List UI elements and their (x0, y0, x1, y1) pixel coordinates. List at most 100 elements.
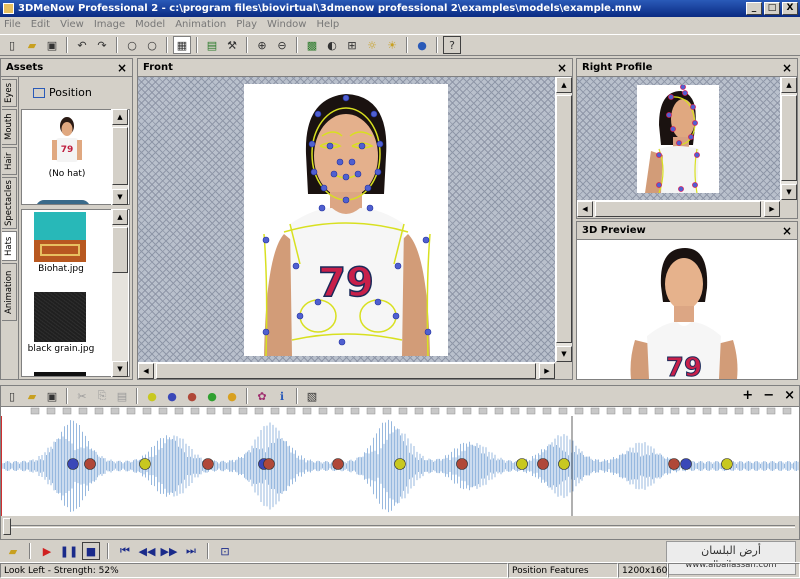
front-vscrollbar[interactable]: ▲ ▼ (555, 77, 572, 362)
keyframe-marker[interactable] (394, 458, 406, 470)
keyframe-marker[interactable] (67, 458, 79, 470)
scroll-up-arrow[interactable]: ▲ (556, 77, 572, 93)
keyframe-marker[interactable] (537, 458, 549, 470)
scroll-thumb[interactable] (156, 363, 536, 379)
scroll-down-arrow[interactable]: ▼ (781, 184, 797, 200)
rotate-left-icon[interactable]: ○ (123, 36, 141, 54)
blue-marker-icon[interactable]: ● (163, 387, 181, 405)
tools-icon[interactable]: ⚒ (223, 36, 241, 54)
keyframe-marker[interactable] (558, 458, 570, 470)
tab-hair[interactable]: Hair (2, 147, 17, 175)
adjust-icon[interactable]: ⊞ (343, 36, 361, 54)
palette-icon[interactable]: ✿ (253, 387, 271, 405)
waveform-track[interactable] (0, 416, 799, 516)
tab-animation[interactable]: Animation (2, 263, 17, 321)
preview-viewport[interactable]: 79 (577, 240, 797, 384)
export-icon[interactable]: ▤ (203, 36, 221, 54)
scroll-left-arrow[interactable]: ◀ (577, 201, 593, 217)
timeline-close-button[interactable]: × (784, 386, 795, 406)
rewind-icon[interactable]: ◀◀ (138, 542, 156, 560)
assets-close-button[interactable]: × (117, 59, 127, 77)
green-marker-icon[interactable]: ● (203, 387, 221, 405)
maximize-button[interactable]: □ (764, 2, 780, 15)
orange-marker-icon[interactable]: ● (223, 387, 241, 405)
copy-icon[interactable]: ⎘ (93, 387, 111, 405)
scroll-thumb[interactable] (781, 95, 797, 181)
texture-list-scrollbar[interactable]: ▲ ▼ (111, 209, 128, 377)
save-icon[interactable]: ▣ (43, 387, 61, 405)
script-icon[interactable]: ▧ (303, 387, 321, 405)
contrast-icon[interactable]: ◐ (323, 36, 341, 54)
preview-close-button[interactable]: × (782, 222, 792, 240)
scroll-up-arrow[interactable]: ▲ (112, 209, 128, 225)
menu-image[interactable]: Image (94, 17, 125, 33)
menu-file[interactable]: File (4, 17, 21, 33)
biohat-thumbnail[interactable] (34, 212, 86, 262)
keyframe-marker[interactable] (332, 458, 344, 470)
redo-icon[interactable]: ↷ (93, 36, 111, 54)
new-icon[interactable]: ▯ (3, 387, 21, 405)
keyframe-marker[interactable] (516, 458, 528, 470)
save-icon[interactable]: ▣ (43, 36, 61, 54)
menu-model[interactable]: Model (135, 17, 165, 33)
slider-thumb[interactable] (3, 518, 11, 535)
scroll-up-arrow[interactable]: ▲ (112, 109, 128, 125)
close-window-button[interactable]: X (782, 2, 798, 15)
menu-play[interactable]: Play (236, 17, 257, 33)
keyframe-marker[interactable] (668, 458, 680, 470)
scroll-right-arrow[interactable]: ▶ (764, 201, 780, 217)
tab-mouth[interactable]: Mouth (2, 109, 17, 145)
image-select-icon[interactable]: ▦ (173, 36, 191, 54)
tab-hats[interactable]: Hats (2, 231, 17, 261)
open-icon[interactable]: ▰ (23, 387, 41, 405)
yellow-marker-icon[interactable]: ● (143, 387, 161, 405)
front-hscrollbar[interactable]: ◀ ▶ (138, 362, 555, 379)
brightness-icon[interactable]: ☼ (363, 36, 381, 54)
menu-view[interactable]: View (60, 17, 84, 33)
tab-eyes[interactable]: Eyes (2, 79, 17, 107)
menu-animation[interactable]: Animation (175, 17, 226, 33)
keyframe-marker[interactable] (84, 458, 96, 470)
stop-icon[interactable]: ■ (82, 542, 100, 560)
zoom-out-icon[interactable]: ⊖ (273, 36, 291, 54)
profile-canvas[interactable] (577, 77, 780, 200)
scroll-thumb[interactable] (595, 201, 761, 217)
scroll-up-arrow[interactable]: ▲ (781, 77, 797, 93)
profile-vscrollbar[interactable]: ▲ ▼ (780, 77, 797, 200)
undo-icon[interactable]: ↶ (73, 36, 91, 54)
list-item[interactable]: 79 (No hat) (22, 110, 112, 179)
scroll-right-arrow[interactable]: ▶ (539, 363, 555, 379)
red-marker-icon[interactable]: ● (183, 387, 201, 405)
rotate-right-icon[interactable]: ○ (143, 36, 161, 54)
keyframe-marker[interactable] (263, 458, 275, 470)
front-close-button[interactable]: × (557, 59, 567, 77)
brightness-down-icon[interactable]: ☀ (383, 36, 401, 54)
right-profile-close-button[interactable]: × (782, 59, 792, 77)
globe-icon[interactable]: ● (413, 36, 431, 54)
fast-forward-icon[interactable]: ▶▶ (160, 542, 178, 560)
zoom-out-timeline-button[interactable]: − (763, 386, 774, 406)
cut-icon[interactable]: ✂ (73, 387, 91, 405)
record-icon[interactable]: ⊡ (216, 542, 234, 560)
open-audio-icon[interactable]: ▰ (4, 542, 22, 560)
minimize-button[interactable]: _ (746, 2, 762, 15)
menu-window[interactable]: Window (267, 17, 306, 33)
tab-spectacles[interactable]: Spectacles (2, 177, 17, 229)
scroll-down-arrow[interactable]: ▼ (112, 189, 128, 205)
keyframe-marker[interactable] (139, 458, 151, 470)
zoom-in-timeline-button[interactable]: + (742, 386, 753, 406)
scroll-left-arrow[interactable]: ◀ (138, 363, 154, 379)
help-icon[interactable]: ? (443, 36, 461, 54)
picture-icon[interactable]: ▩ (303, 36, 321, 54)
scroll-down-arrow[interactable]: ▼ (556, 346, 572, 362)
scroll-thumb[interactable] (112, 227, 128, 273)
open-folder-icon[interactable]: ▰ (23, 36, 41, 54)
keyframe-marker[interactable] (721, 458, 733, 470)
profile-hscrollbar[interactable]: ◀ ▶ (577, 200, 780, 217)
info-icon[interactable]: ℹ (273, 387, 291, 405)
keyframe-marker[interactable] (456, 458, 468, 470)
black-grain-thumbnail[interactable] (34, 292, 86, 342)
front-canvas[interactable]: 79 (138, 77, 555, 362)
play-icon[interactable]: ▶ (38, 542, 56, 560)
keyframe-marker[interactable] (680, 458, 692, 470)
